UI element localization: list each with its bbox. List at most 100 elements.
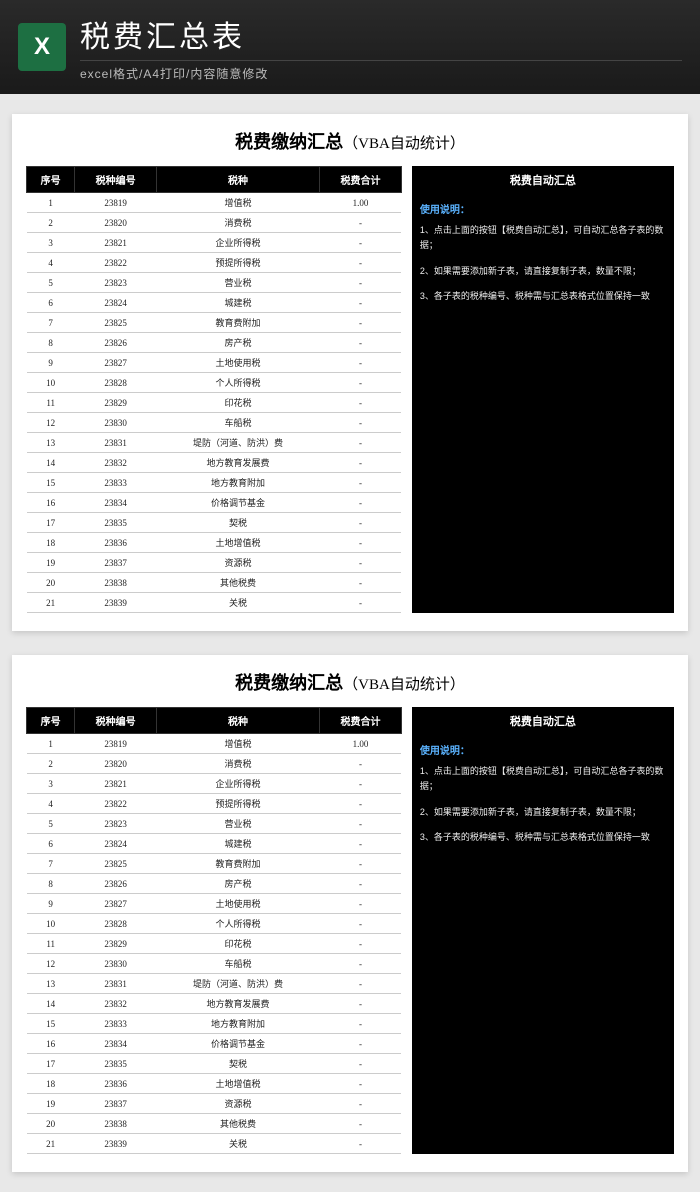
table-cell: 契税: [156, 513, 319, 533]
table-cell: -: [320, 393, 402, 413]
table-cell: 城建税: [156, 834, 319, 854]
table-row: 1623834价格调节基金-: [27, 1034, 402, 1054]
table-cell: 15: [27, 1014, 75, 1034]
table-cell: 关税: [156, 593, 319, 613]
table-cell: 8: [27, 874, 75, 894]
table-row: 623824城建税-: [27, 834, 402, 854]
table-cell: 9: [27, 353, 75, 373]
panel-header-button[interactable]: 税费自动汇总: [412, 707, 674, 735]
table-cell: -: [320, 373, 402, 393]
table-cell: -: [320, 553, 402, 573]
instruction-item: 2、如果需要添加新子表，请直接复制子表，数量不限；: [420, 805, 666, 820]
table-row: 123819增值税1.00: [27, 734, 402, 754]
table-cell: 堤防（河道、防洪）费: [156, 974, 319, 994]
table-cell: -: [320, 353, 402, 373]
table-cell: 23821: [75, 233, 157, 253]
table-row: 2123839关税-: [27, 593, 402, 613]
table-cell: 23824: [75, 834, 157, 854]
table-cell: 契税: [156, 1054, 319, 1074]
table-cell: 13: [27, 974, 75, 994]
table-row: 423822预提所得税-: [27, 794, 402, 814]
table-cell: 9: [27, 894, 75, 914]
table-cell: -: [320, 293, 402, 313]
table-row: 1223830车船税-: [27, 954, 402, 974]
table-cell: 23826: [75, 874, 157, 894]
table-row: 1523833地方教育附加-: [27, 1014, 402, 1034]
table-row: 1323831堤防（河道、防洪）费-: [27, 433, 402, 453]
table-header-cell: 序号: [27, 167, 75, 193]
table-row: 323821企业所得税-: [27, 774, 402, 794]
table-cell: 4: [27, 253, 75, 273]
table-cell: 19: [27, 553, 75, 573]
table-cell: -: [320, 1134, 402, 1154]
table-row: 723825教育费附加-: [27, 854, 402, 874]
table-cell: 6: [27, 293, 75, 313]
table-cell: 资源税: [156, 1094, 319, 1114]
sheet-title-sub: （VBA自动统计）: [343, 136, 465, 152]
table-cell: 6: [27, 834, 75, 854]
table-cell: 23838: [75, 573, 157, 593]
tax-table: 序号税种编号税种税费合计123819增值税1.00223820消费税-32382…: [26, 166, 402, 613]
panel-header-button[interactable]: 税费自动汇总: [412, 166, 674, 194]
sheet-preview-2: 税费缴纳汇总（VBA自动统计）序号税种编号税种税费合计123819增值税1.00…: [12, 655, 688, 1172]
table-cell: -: [320, 413, 402, 433]
table-cell: 23832: [75, 994, 157, 1014]
table-cell: -: [320, 834, 402, 854]
table-cell: -: [320, 934, 402, 954]
excel-icon: X: [18, 23, 66, 71]
table-cell: 土地增值税: [156, 1074, 319, 1094]
sheet-title-main: 税费缴纳汇总: [235, 673, 343, 693]
header-title: 税费汇总表: [80, 12, 682, 56]
table-cell: 消费税: [156, 754, 319, 774]
table-cell: 1: [27, 734, 75, 754]
table-row: 523823营业税-: [27, 273, 402, 293]
instructions-label: 使用说明：: [420, 202, 666, 219]
table-cell: 营业税: [156, 273, 319, 293]
table-cell: 23836: [75, 1074, 157, 1094]
table-cell: 5: [27, 273, 75, 293]
table-cell: 资源税: [156, 553, 319, 573]
table-cell: 23834: [75, 493, 157, 513]
table-row: 623824城建税-: [27, 293, 402, 313]
table-cell: -: [320, 593, 402, 613]
table-cell: 23835: [75, 1054, 157, 1074]
table-row: 1623834价格调节基金-: [27, 493, 402, 513]
header-subtitle: excel格式/A4打印/内容随意修改: [80, 60, 682, 82]
table-row: 1823836土地增值税-: [27, 533, 402, 553]
table-cell: -: [320, 1074, 402, 1094]
table-cell: 土地增值税: [156, 533, 319, 553]
table-cell: 城建税: [156, 293, 319, 313]
sheet-body: 序号税种编号税种税费合计123819增值税1.00223820消费税-32382…: [26, 707, 674, 1154]
table-cell: 23828: [75, 373, 157, 393]
table-header-cell: 税种: [156, 167, 319, 193]
table-cell: 18: [27, 1074, 75, 1094]
table-cell: 关税: [156, 1134, 319, 1154]
table-cell: 10: [27, 914, 75, 934]
table-cell: 1.00: [320, 193, 402, 213]
table-cell: 23837: [75, 553, 157, 573]
table-row: 1223830车船税-: [27, 413, 402, 433]
instruction-item: 3、各子表的税种编号、税种需与汇总表格式位置保持一致: [420, 289, 666, 304]
table-row: 1923837资源税-: [27, 1094, 402, 1114]
table-cell: 23824: [75, 293, 157, 313]
table-cell: -: [320, 814, 402, 834]
table-header-cell: 序号: [27, 708, 75, 734]
table-row: 1823836土地增值税-: [27, 1074, 402, 1094]
table-row: 823826房产税-: [27, 333, 402, 353]
table-cell: 土地使用税: [156, 894, 319, 914]
table-cell: 21: [27, 593, 75, 613]
table-cell: 7: [27, 313, 75, 333]
table-row: 423822预提所得税-: [27, 253, 402, 273]
table-cell: 教育费附加: [156, 854, 319, 874]
table-cell: 20: [27, 573, 75, 593]
table-cell: 23827: [75, 894, 157, 914]
table-cell: 23822: [75, 794, 157, 814]
table-cell: 17: [27, 1054, 75, 1074]
table-row: 1723835契税-: [27, 513, 402, 533]
table-cell: 21: [27, 1134, 75, 1154]
table-header-cell: 税费合计: [320, 708, 402, 734]
table-row: 2123839关税-: [27, 1134, 402, 1154]
table-cell: -: [320, 754, 402, 774]
table-cell: 23820: [75, 754, 157, 774]
table-row: 1423832地方教育发展费-: [27, 994, 402, 1014]
